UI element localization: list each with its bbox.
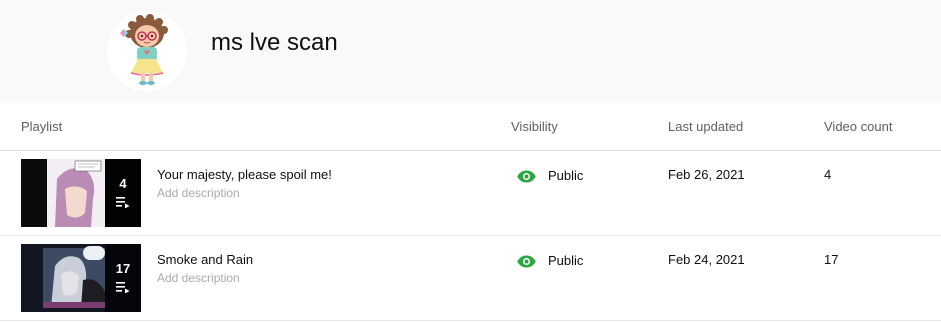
column-header-video-count[interactable]: Video count [824, 119, 892, 135]
thumbnail-video-count: 4 [119, 176, 127, 191]
last-updated-date: Feb 26, 2021 [668, 167, 745, 182]
playlist-play-icon [116, 197, 130, 208]
channel-header: ms lve scan [0, 0, 941, 103]
eye-icon [517, 255, 536, 267]
channel-avatar[interactable] [107, 11, 187, 91]
visibility-label: Public [548, 168, 584, 183]
playlist-title[interactable]: Your majesty, please spoil me! [157, 167, 332, 183]
thumbnail-count-overlay: 17 [105, 244, 141, 312]
playlist-table-header: Playlist Visibility Last updated Video c… [0, 103, 941, 151]
add-description-field[interactable]: Add description [157, 186, 240, 200]
playlist-title[interactable]: Smoke and Rain [157, 252, 253, 268]
playlist-thumbnail[interactable]: 17 [21, 244, 141, 312]
chibi-girl-avatar-icon [120, 14, 168, 85]
visibility-label: Public [548, 253, 584, 268]
thumbnail-video-count: 17 [115, 261, 131, 276]
add-description-field[interactable]: Add description [157, 271, 240, 285]
column-header-last-updated[interactable]: Last updated [668, 119, 743, 135]
column-header-visibility[interactable]: Visibility [511, 119, 558, 135]
video-count: 17 [824, 252, 839, 267]
video-count: 4 [824, 167, 832, 182]
playlist-thumbnail[interactable]: 4 [21, 159, 141, 227]
eye-icon [517, 170, 536, 182]
visibility-cell[interactable]: Public [517, 252, 583, 270]
visibility-cell[interactable]: Public [517, 167, 583, 185]
thumbnail-count-overlay: 4 [105, 159, 141, 227]
channel-name: ms lve scan [211, 29, 338, 56]
table-row[interactable]: 17 Smoke and Rain Add description Public… [0, 236, 941, 321]
last-updated-date: Feb 24, 2021 [668, 252, 745, 267]
column-header-playlist[interactable]: Playlist [21, 119, 62, 135]
table-row[interactable]: 4 Your majesty, please spoil me! Add des… [0, 151, 941, 236]
playlist-play-icon [116, 282, 130, 293]
